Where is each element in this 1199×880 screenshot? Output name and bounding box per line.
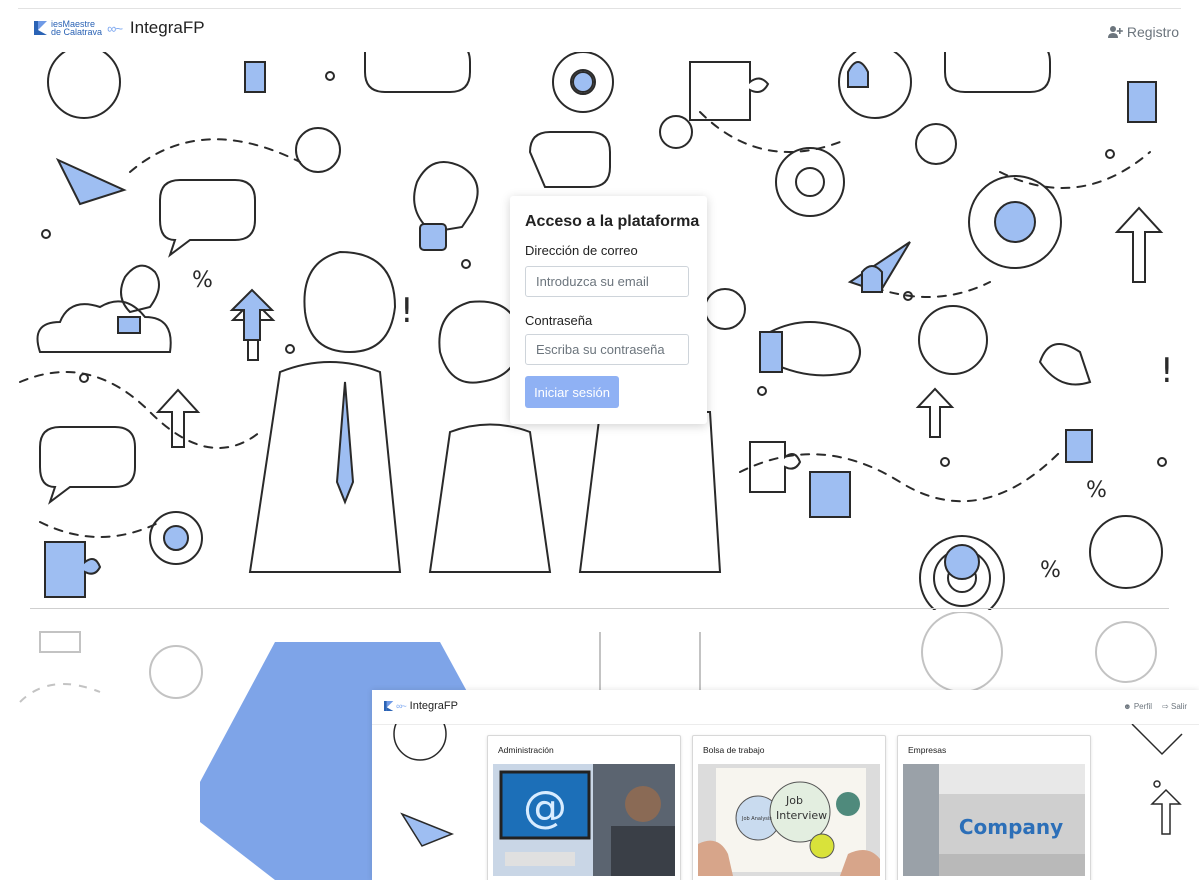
svg-text:!: !	[1160, 351, 1174, 391]
preview-app-name: IntegraFP	[409, 700, 458, 712]
card-bolsa-de-trabajo[interactable]: Bolsa de trabajo Job Interview Job Analy…	[692, 735, 886, 880]
school-logo: iesMaestre de Calatrava ∞~	[34, 19, 123, 37]
empresas-image: Company	[903, 764, 1085, 876]
hero-bottom-rule	[30, 608, 1169, 609]
card-title: Bolsa de trabajo	[703, 745, 765, 755]
dashboard-preview: ∞~ IntegraFP ☻ Perfil ⇨ Salir Administra…	[372, 690, 1199, 880]
preview-profile-link: ☻ Perfil	[1123, 702, 1153, 711]
user-circle-icon: ☻	[1123, 702, 1132, 711]
email-label: Dirección de correo	[525, 243, 638, 258]
svg-text:Interview: Interview	[776, 809, 827, 822]
card-empresas[interactable]: Empresas Company	[897, 735, 1091, 880]
administracion-image: @	[493, 764, 675, 876]
svg-text:@: @	[523, 782, 567, 833]
svg-text:%: %	[1040, 558, 1061, 583]
navbar-top-rule	[18, 8, 1181, 9]
svg-text:Job: Job	[785, 794, 803, 807]
svg-text:%: %	[192, 268, 213, 293]
preview-logo-mark-icon	[384, 701, 394, 711]
logo-text: iesMaestre de Calatrava	[51, 19, 103, 37]
logout-icon: ⇨	[1162, 702, 1169, 711]
preview-nav-links: ☻ Perfil ⇨ Salir	[1123, 702, 1187, 711]
svg-text:Company: Company	[959, 815, 1063, 839]
card-title: Empresas	[908, 745, 947, 755]
card-title: Administración	[498, 745, 554, 755]
brand[interactable]: iesMaestre de Calatrava ∞~ IntegraFP	[34, 18, 205, 38]
login-card: Acceso a la plataforma Dirección de corr…	[510, 196, 707, 424]
register-label: Registro	[1126, 24, 1179, 40]
svg-text:!: !	[400, 291, 414, 331]
login-title: Acceso a la plataforma	[525, 213, 700, 230]
password-label: Contraseña	[525, 313, 593, 328]
logo-swoosh-icon: ∞~	[107, 20, 123, 36]
card-administracion[interactable]: Administración @	[487, 735, 681, 880]
preview-logout-link: ⇨ Salir	[1162, 702, 1187, 711]
preview-navbar: ∞~ IntegraFP ☻ Perfil ⇨ Salir	[372, 690, 1199, 725]
login-button[interactable]: Iniciar sesión	[525, 376, 619, 408]
preview-logo-swoosh-icon: ∞~	[396, 701, 407, 711]
password-input[interactable]	[525, 334, 689, 365]
register-link[interactable]: Registro	[1107, 24, 1179, 40]
logo-mark-icon	[34, 21, 47, 35]
preview-brand: ∞~ IntegraFP	[384, 700, 458, 712]
email-input[interactable]	[525, 266, 689, 297]
user-plus-icon	[1107, 26, 1123, 38]
app-name[interactable]: IntegraFP	[130, 18, 205, 38]
bolsa-trabajo-image: Job Interview Job Analysis	[698, 764, 880, 876]
top-navbar: iesMaestre de Calatrava ∞~ IntegraFP Reg…	[0, 0, 1199, 53]
svg-text:Job Analysis: Job Analysis	[741, 816, 772, 822]
svg-text:%: %	[1086, 478, 1107, 503]
